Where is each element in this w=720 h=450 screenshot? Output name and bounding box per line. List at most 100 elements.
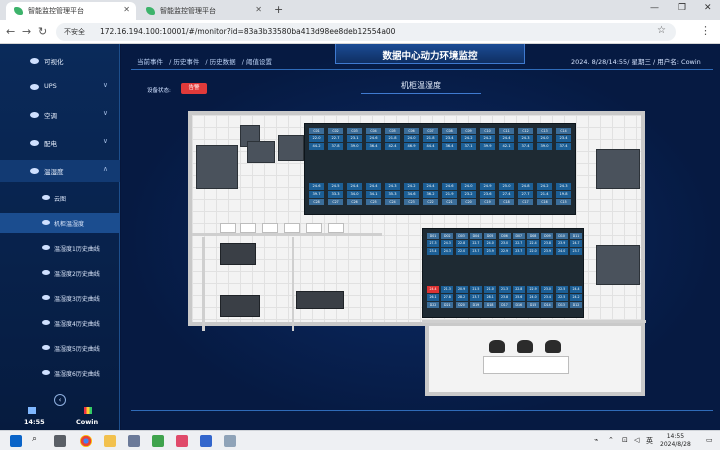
search-icon[interactable]: ⌕ — [32, 434, 37, 444]
rack-C10[interactable]: C10 24.2 39.9 — [479, 127, 496, 155]
ime-indicator[interactable]: 英 — [646, 436, 653, 446]
rack-D06[interactable]: D06 23.0 22.9 — [498, 232, 512, 260]
chevron-up-icon[interactable]: ⌃ — [608, 436, 614, 444]
bookmark-star-icon[interactable]: ☆ — [657, 25, 666, 36]
new-tab-icon[interactable]: + — [274, 3, 283, 16]
windows-start-icon[interactable] — [10, 435, 22, 447]
rack-C24[interactable]: 24.3 35.3 C24 — [384, 182, 401, 210]
sidebar-subitem-history-6[interactable]: 温湿度6历史曲线 — [0, 363, 120, 383]
network-icon[interactable]: ⊡ — [622, 436, 628, 444]
rack-D15[interactable]: 22.9 24.0 D15 — [526, 285, 540, 313]
rack-C27[interactable]: 24.5 33.3 C27 — [327, 182, 344, 210]
browser-tab-2[interactable]: 智能监控管理平台 ✕ — [138, 2, 268, 20]
notifications-icon[interactable]: ▭ — [706, 436, 713, 444]
rack-D11[interactable]: D11 24.7 23.7 — [569, 232, 583, 260]
security-indicator[interactable]: 不安全 — [64, 27, 85, 37]
rack-D04[interactable]: D04 22.7 23.7 — [469, 232, 483, 260]
rack-C26[interactable]: 24.4 34.0 C26 — [346, 182, 363, 210]
sidebar-item-power[interactable]: 配电 ∨ — [0, 132, 120, 154]
rack-D17[interactable]: 21.3 23.8 D17 — [498, 285, 512, 313]
rack-C15[interactable]: 24.3 19.8 C15 — [555, 182, 572, 210]
breadcrumb-history-events[interactable]: / 历史事件 — [169, 58, 199, 66]
rack-D10[interactable]: D10 23.9 24.0 — [555, 232, 569, 260]
rack-C11[interactable]: C11 24.4 42.1 — [498, 127, 515, 155]
rack-D19[interactable]: 21.5 23.7 D19 — [469, 285, 483, 313]
close-tab-icon[interactable]: ✕ — [255, 5, 262, 14]
back-icon[interactable]: ← — [6, 25, 15, 38]
sidebar-item-ups[interactable]: UPS ∨ — [0, 76, 120, 98]
sidebar-subitem-history-1[interactable]: 温湿度1历史曲线 — [0, 238, 120, 258]
forward-icon[interactable]: → — [22, 25, 31, 38]
rack-C12[interactable]: C12 24.3 37.4 — [517, 127, 534, 155]
minimize-icon[interactable]: — — [650, 3, 659, 13]
browser-tab-1[interactable]: 智能监控管理平台 ✕ — [6, 2, 136, 20]
task-view-icon[interactable] — [54, 435, 66, 447]
rack-C18[interactable]: 25.0 27.4 C18 — [498, 182, 515, 210]
rack-C16[interactable]: 24.2 21.4 C16 — [536, 182, 553, 210]
rack-C17[interactable]: 24.8 27.7 C17 — [517, 182, 534, 210]
sidebar-item-visualization[interactable]: 可视化 — [0, 50, 120, 72]
app-icon[interactable] — [224, 435, 236, 447]
app-icon[interactable] — [128, 435, 140, 447]
sidebar-item-aircon[interactable]: 空调 ∨ — [0, 104, 120, 126]
breadcrumb-threshold-settings[interactable]: / 阈值设置 — [242, 58, 272, 66]
air-conditioner-unit[interactable] — [196, 145, 238, 189]
rack-C19[interactable]: 24.9 23.6 C19 — [479, 182, 496, 210]
rack-D07[interactable]: D07 22.7 23.7 — [512, 232, 526, 260]
status-badge[interactable]: 告警 — [181, 83, 207, 94]
sidebar-subitem-history-2[interactable]: 温湿度2历史曲线 — [0, 263, 120, 283]
rack-C04[interactable]: C04 24.6 36.4 — [365, 127, 382, 155]
taskbar-clock[interactable]: 14:55 2024/8/28 — [660, 433, 691, 449]
rack-C21[interactable]: 24.6 21.9 C21 — [441, 182, 458, 210]
rack-D12[interactable]: 24.4 24.2 D12 — [569, 285, 583, 313]
rack-D09[interactable]: D09 23.8 23.9 — [540, 232, 554, 260]
close-window-icon[interactable]: ✕ — [704, 3, 712, 13]
sidebar-subitem-cloud-map[interactable]: 云图 — [0, 188, 120, 208]
rack-C05[interactable]: C05 21.8 42.4 — [384, 127, 401, 155]
rack-D05[interactable]: D05 24.0 23.9 — [483, 232, 497, 260]
rack-C22[interactable]: 24.4 36.2 C22 — [422, 182, 439, 210]
rack-D21[interactable]: 21.3 27.8 D21 — [440, 285, 454, 313]
browser-menu-icon[interactable]: ⋮ — [700, 24, 711, 37]
wechat-icon[interactable] — [152, 435, 164, 447]
rack-C08[interactable]: C08 23.4 36.4 — [441, 127, 458, 155]
sidebar-item-temp-humidity[interactable]: 温湿度 ∧ — [0, 160, 120, 182]
rack-D20[interactable]: 20.9 28.2 D20 — [455, 285, 469, 313]
rack-D14[interactable]: 23.0 23.4 D14 — [540, 285, 554, 313]
pen-icon[interactable]: ⌁ — [594, 436, 598, 444]
rack-C28[interactable]: 24.6 39.7 C28 — [308, 182, 325, 210]
rack-D22[interactable]: 24.4 26.1 D22 — [426, 285, 440, 313]
rack-D18[interactable]: 21.0 28.1 D18 — [483, 285, 497, 313]
close-tab-icon[interactable]: ✕ — [123, 5, 130, 14]
rack-C02[interactable]: C02 22.7 37.8 — [327, 127, 344, 155]
air-conditioner-unit[interactable] — [247, 141, 275, 163]
file-explorer-icon[interactable] — [104, 435, 116, 447]
breadcrumb-history-data[interactable]: / 历史数据 — [205, 58, 235, 66]
rack-D02[interactable]: D02 24.3 24.3 — [440, 232, 454, 260]
sidebar-subitem-history-3[interactable]: 温湿度3历史曲线 — [0, 288, 120, 308]
air-conditioner-unit[interactable] — [596, 245, 640, 285]
rack-C09[interactable]: C09 24.2 37.1 — [460, 127, 477, 155]
chrome-icon[interactable] — [80, 435, 92, 447]
rack-C23[interactable]: 24.2 34.6 C23 — [403, 182, 420, 210]
rack-D03[interactable]: D03 22.8 22.0 — [455, 232, 469, 260]
volume-icon[interactable]: ◁ — [634, 436, 639, 444]
rack-D13[interactable]: 22.5 22.5 D13 — [555, 285, 569, 313]
collapse-sidebar-button[interactable]: ‹ — [54, 394, 66, 406]
sidebar-subitem-cabinet-temp[interactable]: 机柜温湿度 — [0, 213, 120, 233]
maximize-icon[interactable]: ❐ — [678, 3, 686, 13]
rack-C06[interactable]: C06 24.0 46.9 — [403, 127, 420, 155]
air-conditioner-unit[interactable] — [278, 135, 304, 161]
address-bar[interactable]: 不安全 172.16.194.100:10001/#/monitor?id=83… — [56, 23, 676, 41]
reload-icon[interactable]: ↻ — [38, 25, 47, 38]
air-conditioner-unit[interactable] — [596, 149, 640, 189]
rack-C20[interactable]: 24.0 23.2 C20 — [460, 182, 477, 210]
breadcrumb-current-events[interactable]: 当前事件 — [137, 58, 163, 66]
rack-C03[interactable]: C03 23.1 39.0 — [346, 127, 363, 155]
rack-C13[interactable]: C13 24.0 39.0 — [536, 127, 553, 155]
rack-C07[interactable]: C07 21.8 44.4 — [422, 127, 439, 155]
sidebar-subitem-history-5[interactable]: 温湿度5历史曲线 — [0, 338, 120, 358]
url-text[interactable]: 172.16.194.100:10001/#/monitor?id=83a3b3… — [100, 27, 395, 36]
rack-D16[interactable]: 22.8 25.6 D16 — [512, 285, 526, 313]
rack-C01[interactable]: C01 22.0 44.2 — [308, 127, 325, 155]
